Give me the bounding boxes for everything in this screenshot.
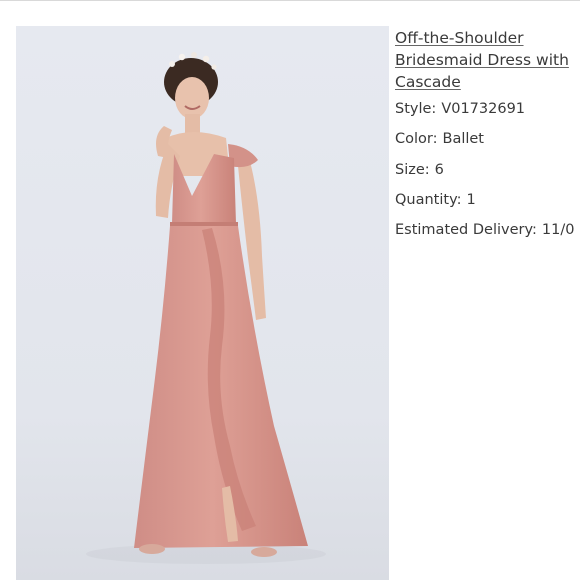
quantity-label: Quantity: (395, 191, 462, 208)
delivery-row: Estimated Delivery: 11/0 (395, 220, 580, 240)
quantity-value: 1 (466, 191, 476, 208)
dress-photo (16, 26, 389, 580)
order-item-page: Off-the-Shoulder Bridesmaid Dress with C… (0, 0, 580, 580)
delivery-value: 11/0 (541, 222, 575, 239)
product-title-link[interactable]: Off-the-Shoulder Bridesmaid Dress with C… (395, 27, 577, 93)
size-value: 6 (434, 161, 444, 178)
size-label: Size: (395, 161, 430, 178)
delivery-label: Estimated Delivery: (395, 222, 537, 239)
style-value: V01732691 (441, 101, 526, 117)
product-details: Off-the-Shoulder Bridesmaid Dress with C… (395, 27, 580, 250)
color-value: Ballet (442, 131, 485, 148)
product-image[interactable] (16, 26, 389, 580)
color-label: Color: (395, 131, 438, 148)
style-label: Style: (395, 101, 437, 117)
quantity-row: Quantity: 1 (395, 190, 580, 210)
top-divider (0, 0, 580, 1)
size-row: Size: 6 (395, 160, 580, 180)
color-row: Color: Ballet (395, 129, 580, 149)
style-row: Style: V01732691 (395, 99, 580, 119)
